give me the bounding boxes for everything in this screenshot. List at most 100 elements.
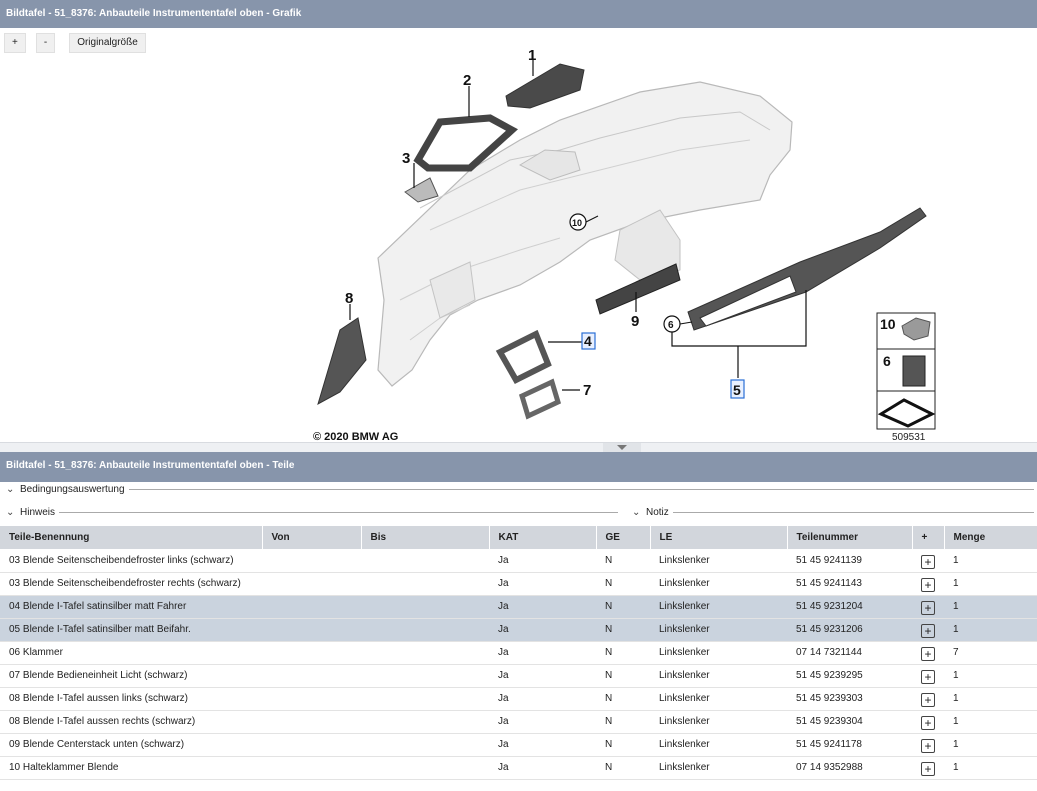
table-row[interactable]: 10 Halteklammer Blende Ja N Linkslenker 07 1… <box>0 756 1037 780</box>
column-header-von[interactable]: Von <box>262 526 362 549</box>
table-header-row: Teile-Benennung Von Bis KAT GE LE Teilen… <box>0 526 1037 549</box>
column-header-ge[interactable]: GE <box>596 526 651 549</box>
part-name-cell: 06 Klammer <box>0 641 262 665</box>
note-section[interactable]: ⌄ Notiz <box>632 507 1034 518</box>
ge-cell: N <box>596 664 650 688</box>
hint-section[interactable]: ⌄ Hinweis <box>6 507 618 518</box>
callout-9[interactable]: 9 <box>631 313 639 330</box>
add-cell: + <box>912 641 944 665</box>
add-cell: + <box>912 595 944 619</box>
legend-6: 6 <box>883 353 891 369</box>
column-header-add[interactable]: + <box>912 526 945 549</box>
table-row[interactable]: 04 Blende I-Tafel satinsilber matt Fahre… <box>0 595 1037 619</box>
column-header-bis[interactable]: Bis <box>361 526 490 549</box>
zoom-toolbar: + - Originalgröße <box>4 33 146 53</box>
quantity-cell: 1 <box>944 595 1037 619</box>
part-8-shape <box>317 317 367 406</box>
zoom-out-button[interactable]: - <box>35 33 56 53</box>
chevron-down-icon[interactable]: ⌄ <box>6 484 20 495</box>
bis-cell <box>361 618 489 642</box>
add-cell: + <box>912 664 944 688</box>
original-size-button[interactable]: Originalgröße <box>69 33 146 53</box>
ge-cell: N <box>596 733 650 757</box>
add-to-cart-icon[interactable]: + <box>921 716 935 730</box>
callout-1[interactable]: 1 <box>528 47 536 64</box>
le-cell: Linkslenker <box>650 549 787 573</box>
column-header-quantity[interactable]: Menge <box>944 526 1037 549</box>
table-row[interactable]: 05 Blende I-Tafel satinsilber matt Beifa… <box>0 618 1037 642</box>
chevron-down-icon[interactable]: ⌄ <box>632 507 646 518</box>
part-number-cell: 07 14 9352988 <box>787 756 912 780</box>
quantity-cell: 1 <box>944 687 1037 711</box>
add-to-cart-icon[interactable]: + <box>921 670 935 684</box>
table-row[interactable]: 03 Blende Seitenscheibendefroster links … <box>0 549 1037 573</box>
kat-cell: Ja <box>489 595 596 619</box>
add-cell: + <box>912 687 944 711</box>
add-to-cart-icon[interactable]: + <box>921 693 935 707</box>
add-to-cart-icon[interactable]: + <box>921 762 935 776</box>
ge-cell: N <box>596 710 650 734</box>
column-header-name[interactable]: Teile-Benennung <box>0 526 263 549</box>
clip-legend: 10 6 <box>876 312 936 430</box>
quantity-cell: 1 <box>944 664 1037 688</box>
panel-splitter[interactable] <box>0 442 1037 452</box>
callout-4[interactable]: 4 <box>584 333 592 349</box>
divider <box>128 489 1034 490</box>
callout-8[interactable]: 8 <box>345 290 353 307</box>
ge-cell: N <box>596 595 650 619</box>
add-to-cart-icon[interactable]: + <box>921 578 935 592</box>
von-cell <box>262 549 361 573</box>
part-name-cell: 05 Blende I-Tafel satinsilber matt Beifa… <box>0 618 262 642</box>
callout-3[interactable]: 3 <box>402 150 410 167</box>
ge-cell: N <box>596 687 650 711</box>
part-3-shape <box>404 177 439 203</box>
hint-label: Hinweis <box>20 507 56 518</box>
part-name-cell: 07 Blende Bedieneinheit Licht (schwarz) <box>0 664 262 688</box>
part-number-cell: 51 45 9241178 <box>787 733 912 757</box>
table-row[interactable]: 07 Blende Bedieneinheit Licht (schwarz) J… <box>0 664 1037 688</box>
zoom-in-button[interactable]: + <box>4 33 26 53</box>
callout-6[interactable]: 6 <box>668 320 674 331</box>
part-name-cell: 03 Blende Seitenscheibendefroster rechts… <box>0 572 262 596</box>
table-row[interactable]: 08 Blende I-Tafel aussen links (schwarz)… <box>0 687 1037 711</box>
callout-5[interactable]: 5 <box>733 382 741 398</box>
bis-cell <box>361 733 489 757</box>
callout-2[interactable]: 2 <box>463 72 471 89</box>
ge-cell: N <box>596 756 650 780</box>
le-cell: Linkslenker <box>650 710 787 734</box>
table-row[interactable]: 08 Blende I-Tafel aussen rechts (schwarz… <box>0 710 1037 734</box>
le-cell: Linkslenker <box>650 664 787 688</box>
image-number: 509531 <box>892 432 926 442</box>
bis-cell <box>361 710 489 734</box>
part-name-cell: 09 Blende Centerstack unten (schwarz) <box>0 733 262 757</box>
add-cell: + <box>912 618 944 642</box>
table-row[interactable]: 06 Klammer Ja N Linkslenker 07 14 7321144 +7 <box>0 641 1037 665</box>
add-cell: + <box>912 756 944 780</box>
chevron-down-icon[interactable]: ⌄ <box>6 507 20 518</box>
callout-10[interactable]: 10 <box>572 218 582 228</box>
collapse-arrow-icon[interactable] <box>603 443 641 452</box>
add-to-cart-icon[interactable]: + <box>921 739 935 753</box>
kat-cell: Ja <box>489 664 596 688</box>
quantity-cell: 1 <box>944 549 1037 573</box>
column-header-kat[interactable]: KAT <box>489 526 597 549</box>
column-header-le[interactable]: LE <box>650 526 788 549</box>
kat-cell: Ja <box>489 641 596 665</box>
quantity-cell: 1 <box>944 572 1037 596</box>
add-to-cart-icon[interactable]: + <box>921 554 935 569</box>
column-header-part-number[interactable]: Teilenummer <box>787 526 913 549</box>
add-cell: + <box>912 572 944 596</box>
add-to-cart-icon[interactable]: + <box>921 647 935 661</box>
bis-cell <box>361 572 489 596</box>
callout-7[interactable]: 7 <box>583 382 591 399</box>
ge-cell: N <box>596 572 650 596</box>
add-to-cart-icon[interactable]: + <box>921 601 935 615</box>
add-to-cart-icon[interactable]: + <box>921 624 935 638</box>
quantity-cell: 7 <box>944 641 1037 665</box>
table-row[interactable]: 09 Blende Centerstack unten (schwarz) Ja N… <box>0 733 1037 757</box>
table-row[interactable]: 03 Blende Seitenscheibendefroster rechts… <box>0 572 1037 596</box>
bis-cell <box>361 687 489 711</box>
part-number-cell: 51 45 9231204 <box>787 595 912 619</box>
conditions-section[interactable]: ⌄ Bedingungsauswertung <box>6 484 1034 495</box>
part-name-cell: 03 Blende Seitenscheibendefroster links … <box>0 549 262 573</box>
